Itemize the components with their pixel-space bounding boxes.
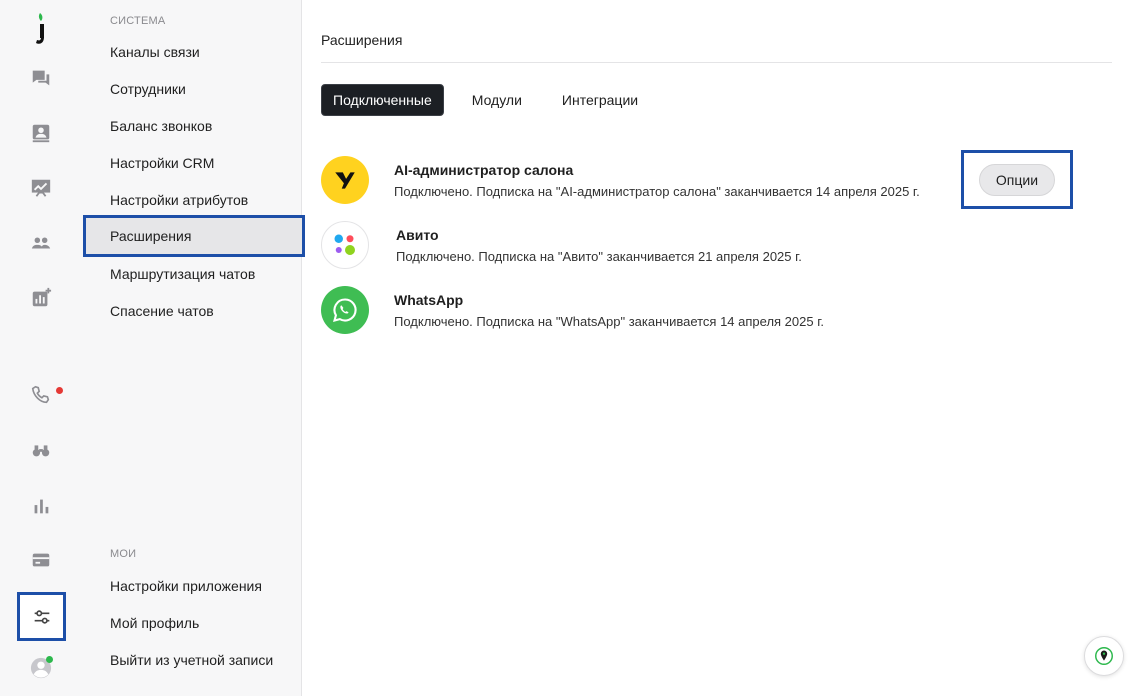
nav-item-channels[interactable]: Каналы связи [110, 40, 200, 64]
extension-name: AI-администратор салона [394, 162, 574, 178]
stats-icon[interactable] [21, 486, 61, 526]
reports-add-icon[interactable] [21, 278, 61, 318]
extension-status: Подключено. Подписка на "Авито" заканчив… [396, 249, 802, 264]
tab-modules[interactable]: Модули [460, 84, 534, 116]
title-divider [321, 62, 1112, 63]
avatar-status-dot [46, 656, 53, 663]
nav-section-mine: МОИ [110, 548, 137, 560]
extension-tabs: Подключенные Модули Интеграции [321, 84, 650, 116]
tab-connected[interactable]: Подключенные [321, 84, 444, 116]
nav-item-crm-settings[interactable]: Настройки CRM [110, 151, 214, 175]
logo-icon[interactable] [27, 12, 55, 46]
phone-icon[interactable] [21, 375, 61, 415]
contacts-icon[interactable] [21, 113, 61, 153]
options-button[interactable]: Опции [979, 163, 1055, 196]
analytics-board-icon[interactable] [21, 168, 61, 208]
nav-section-system: СИСТЕМА [110, 15, 166, 27]
team-icon[interactable] [21, 223, 61, 263]
nav-item-logout[interactable]: Выйти из учетной записи [110, 648, 273, 672]
nav-item-call-balance[interactable]: Баланс звонков [110, 114, 212, 138]
nav-item-employees[interactable]: Сотрудники [110, 77, 186, 101]
nav-item-chat-routing[interactable]: Маршрутизация чатов [110, 262, 255, 286]
extension-status: Подключено. Подписка на "WhatsApp" закан… [394, 314, 824, 329]
page-title: Расширения [321, 32, 403, 48]
extension-status: Подключено. Подписка на "AI-администрато… [394, 184, 920, 199]
whatsapp-logo-icon [321, 286, 369, 334]
avito-logo-icon [321, 221, 369, 269]
extension-name: WhatsApp [394, 292, 464, 308]
extension-name: Авито [396, 227, 439, 243]
options-highlight: Опции [961, 150, 1073, 209]
binoculars-icon[interactable] [21, 430, 61, 470]
phone-badge [56, 387, 63, 394]
nav-item-chat-rescue[interactable]: Спасение чатов [110, 299, 214, 323]
ai-admin-logo-icon [321, 156, 369, 204]
icon-rail [0, 0, 82, 696]
billing-card-icon[interactable] [21, 540, 61, 580]
map-pin-button[interactable] [1084, 636, 1124, 676]
extension-row: WhatsApp Подключено. Подписка на "WhatsA… [321, 286, 1101, 338]
tab-integrations[interactable]: Интеграции [550, 84, 650, 116]
avatar-icon[interactable] [21, 648, 61, 688]
nav-item-app-settings[interactable]: Настройки приложения [110, 574, 262, 598]
nav-item-extensions[interactable]: Расширения [83, 215, 305, 257]
nav-item-my-profile[interactable]: Мой профиль [110, 611, 199, 635]
settings-nav: СИСТЕМА Каналы связи Сотрудники Баланс з… [82, 0, 305, 696]
extension-row: Авито Подключено. Подписка на "Авито" за… [321, 221, 1101, 273]
map-pin-icon [1095, 647, 1113, 665]
main-content: Расширения Подключенные Модули Интеграци… [302, 0, 1140, 696]
chats-icon[interactable] [21, 58, 61, 98]
settings-sliders-icon[interactable] [17, 592, 66, 641]
nav-item-attribute-settings[interactable]: Настройки атрибутов [110, 188, 248, 212]
